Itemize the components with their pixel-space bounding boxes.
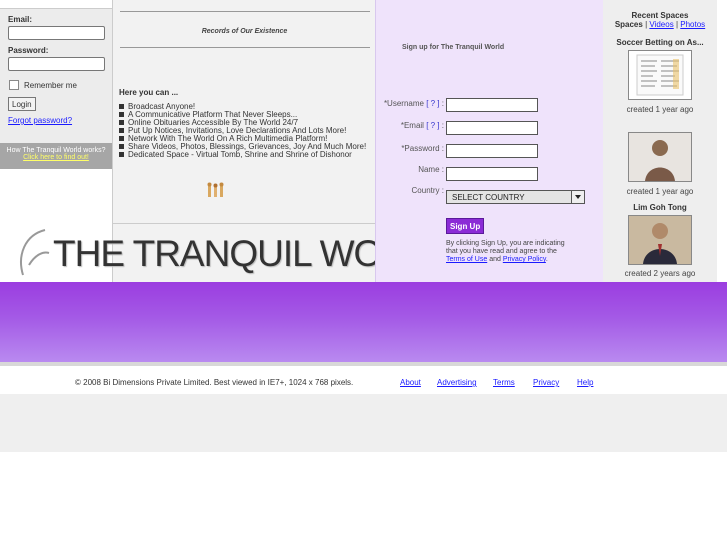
email-input[interactable] xyxy=(8,26,105,40)
username-help-link[interactable]: [ ? ] xyxy=(426,99,439,108)
login-button[interactable]: Login xyxy=(8,97,36,111)
country-label: Country : xyxy=(411,186,444,195)
footer-link-about[interactable]: About xyxy=(400,378,421,387)
tab-videos[interactable]: Videos xyxy=(649,20,673,29)
country-select[interactable]: SELECT COUNTRY xyxy=(446,190,585,204)
email-label: *Email [ ? ] : xyxy=(401,121,444,130)
terms-of-use-link[interactable]: Terms of Use xyxy=(446,256,487,263)
signup-password-input[interactable] xyxy=(446,144,538,158)
terms-end: . xyxy=(545,256,548,263)
password-label: Password: xyxy=(8,46,49,55)
space-thumbnail[interactable] xyxy=(628,50,692,100)
tab-separator: | xyxy=(645,20,648,29)
footer-link-advertising[interactable]: Advertising xyxy=(437,378,477,387)
space-created: created 1 year ago xyxy=(626,105,694,114)
email-help-link[interactable]: [ ? ] xyxy=(426,121,439,130)
colon: : xyxy=(441,121,444,130)
signup-title: Sign up for The Tranquil World xyxy=(402,44,505,51)
spaces-tabs: Spaces | Videos | Photos xyxy=(603,20,717,29)
divider xyxy=(120,47,370,48)
email-label: Email: xyxy=(8,15,33,24)
remember-me-checkbox[interactable] xyxy=(9,80,19,90)
signup-button[interactable]: Sign Up xyxy=(446,218,485,234)
recent-spaces-panel: Recent Spaces Spaces | Videos | Photos S… xyxy=(603,0,717,282)
list-item: Dedicated Space - Virtual Tomb, Shrine a… xyxy=(119,151,366,159)
divider xyxy=(120,11,370,12)
remember-me-label: Remember me xyxy=(24,81,77,90)
logo-swirl-icon xyxy=(20,229,50,276)
space-title[interactable]: Lim Goh Tong xyxy=(603,203,717,212)
tab-separator: | xyxy=(675,20,679,29)
footer-link-privacy[interactable]: Privacy xyxy=(533,378,559,387)
colon: : xyxy=(441,99,444,108)
name-input[interactable] xyxy=(446,167,538,181)
email-label-text: *Email xyxy=(400,121,424,130)
figures-icon xyxy=(207,182,224,197)
footer: © 2008 Bi Dimensions Private Limited. Be… xyxy=(0,366,727,394)
tab-photos[interactable]: Photos xyxy=(680,20,705,29)
copyright-text: © 2008 Bi Dimensions Private Limited. Be… xyxy=(75,378,354,387)
document-thumbnail-icon xyxy=(636,54,684,96)
space-created: created 2 years ago xyxy=(624,269,696,278)
terms-text: By clicking Sign Up, you are indicating … xyxy=(446,240,565,255)
space-title[interactable]: Soccer Betting on As... xyxy=(603,38,717,47)
terms-notice: By clicking Sign Up, you are indicating … xyxy=(446,240,576,264)
banner-band xyxy=(0,282,727,362)
footer-link-help[interactable]: Help xyxy=(577,378,593,387)
name-label: Name : xyxy=(418,165,444,174)
person-photo-icon xyxy=(629,133,691,181)
records-title: Records of Our Existence xyxy=(201,28,288,35)
divider xyxy=(113,223,376,224)
forgot-password-link[interactable]: Forgot password? xyxy=(8,116,72,125)
signup-panel: Sign up for The Tranquil World *Username… xyxy=(375,0,604,282)
terms-and: and xyxy=(489,256,501,263)
username-label-text: *Username xyxy=(383,99,424,108)
signup-email-input[interactable] xyxy=(446,121,538,135)
login-panel: Email: Password: Remember me Login Forgo… xyxy=(0,8,112,169)
tranquil-world-logo: THE TRANQUIL WORLD xyxy=(15,225,453,280)
bottom-grey-bar xyxy=(0,394,727,452)
how-it-works-box: How The Tranquil World works? Click here… xyxy=(0,143,112,169)
recent-spaces-heading: Recent Spaces xyxy=(631,11,689,20)
username-input[interactable] xyxy=(446,98,538,112)
country-select-value: SELECT COUNTRY xyxy=(452,193,525,202)
how-it-works-link[interactable]: Click here to find out! xyxy=(0,154,112,161)
here-you-can-heading: Here you can ... xyxy=(119,88,179,97)
password-label: *Password : xyxy=(401,144,444,153)
how-it-works-question: How The Tranquil World works? xyxy=(6,147,106,154)
footer-link-terms[interactable]: Terms xyxy=(493,378,515,387)
privacy-policy-link[interactable]: Privacy Policy xyxy=(503,256,546,263)
features-list: Broadcast Anyone! A Communicative Platfo… xyxy=(119,103,366,159)
space-thumbnail[interactable] xyxy=(628,215,692,265)
person-photo-icon xyxy=(629,216,691,264)
space-thumbnail[interactable] xyxy=(628,132,692,182)
tab-spaces[interactable]: Spaces xyxy=(615,20,643,29)
username-label: *Username [ ? ] : xyxy=(384,99,444,108)
space-created: created 1 year ago xyxy=(626,187,694,196)
password-input[interactable] xyxy=(8,57,105,71)
chevron-down-icon[interactable] xyxy=(571,191,584,203)
